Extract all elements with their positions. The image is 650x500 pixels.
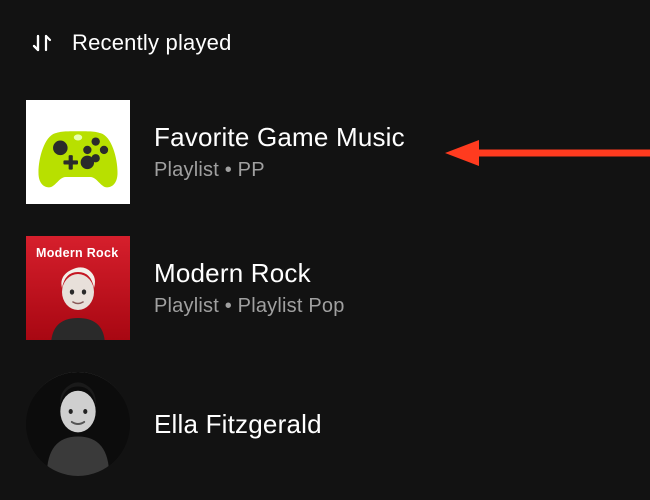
thumbnail-text: Modern Rock: [36, 246, 118, 260]
sort-arrows-icon: [30, 31, 54, 55]
playlist-meta: Modern Rock Playlist • Playlist Pop: [154, 258, 345, 318]
playlist-item-favorite-game-music[interactable]: Favorite Game Music Playlist • PP: [26, 84, 650, 220]
artist-title: Ella Fitzgerald: [154, 409, 322, 440]
playlist-subtitle: Playlist • Playlist Pop: [154, 295, 345, 318]
playlist-item-modern-rock[interactable]: Modern Rock Modern Rock Playlist • Playl…: [26, 220, 650, 356]
sort-label: Recently played: [72, 30, 232, 56]
artist-item-ella-fitzgerald[interactable]: Ella Fitzgerald: [26, 356, 650, 492]
playlist-thumbnail: [26, 100, 130, 204]
artist-thumbnail: [26, 372, 130, 476]
library-sort-header[interactable]: Recently played: [0, 0, 650, 74]
artist-meta: Ella Fitzgerald: [154, 409, 322, 440]
library-list: Favorite Game Music Playlist • PP Modern…: [0, 74, 650, 492]
playlist-title: Favorite Game Music: [154, 122, 405, 153]
playlist-thumbnail: Modern Rock: [26, 236, 130, 340]
playlist-subtitle: Playlist • PP: [154, 159, 405, 182]
playlist-title: Modern Rock: [154, 258, 345, 289]
playlist-meta: Favorite Game Music Playlist • PP: [154, 122, 405, 182]
